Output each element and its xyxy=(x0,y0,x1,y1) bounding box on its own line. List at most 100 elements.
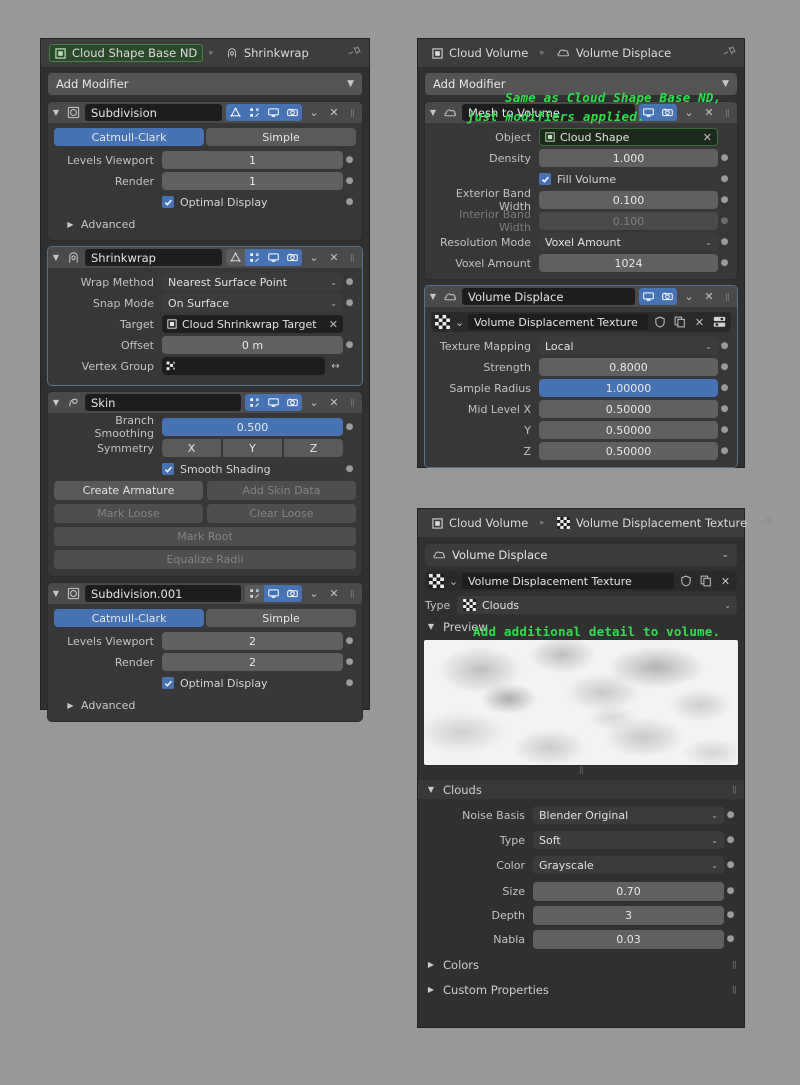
edit-mode-toggle[interactable] xyxy=(245,249,264,266)
texture-context-modifier-select[interactable]: Volume Displace ⌄ xyxy=(425,544,737,566)
on-cage-toggle[interactable] xyxy=(226,249,245,266)
modifier-header[interactable]: ▼ Shrinkwrap ⌄ ✕ ⣿ xyxy=(48,247,362,268)
fill-volume-checkbox[interactable] xyxy=(539,173,551,185)
realtime-display-toggle[interactable] xyxy=(639,104,658,121)
fake-user-shield-icon[interactable] xyxy=(677,573,694,589)
mid-level-z-field[interactable]: 0.50000 xyxy=(539,442,718,460)
voxel-amount-field[interactable]: 1024 xyxy=(539,254,718,272)
animate-dot-icon[interactable]: ● xyxy=(724,860,737,870)
modifier-name-field[interactable]: Volume Displace xyxy=(462,288,635,305)
clear-object-icon[interactable]: ✕ xyxy=(703,131,712,144)
animate-dot-icon[interactable]: ● xyxy=(718,383,731,393)
breadcrumb-object[interactable]: Cloud Volume xyxy=(426,44,534,62)
clouds-type-select[interactable]: Soft ⌄ xyxy=(533,831,724,849)
breadcrumb-current[interactable]: Volume Displace xyxy=(551,44,677,62)
render-camera-toggle[interactable] xyxy=(658,288,677,305)
modifier-header[interactable]: ▼ Subdivision ⌄ ✕ ⣿ xyxy=(48,102,362,123)
clouds-color-select[interactable]: Grayscale ⌄ xyxy=(533,856,724,874)
animate-dot-icon[interactable]: ● xyxy=(343,155,356,165)
branch-smoothing-slider[interactable]: 0.500 xyxy=(162,418,343,436)
symmetry-z[interactable]: Z xyxy=(284,439,343,457)
modifier-header[interactable]: ▼ Volume Displace ⌄ ✕ ⣿ xyxy=(425,286,737,307)
expand-triangle-icon[interactable]: ▼ xyxy=(51,253,61,262)
modifier-header[interactable]: ▼ Skin ⌄ ✕ ⣿ xyxy=(48,392,362,413)
animate-dot-icon[interactable]: ● xyxy=(343,657,356,667)
breadcrumb-current[interactable]: Shrinkwrap xyxy=(220,44,315,62)
exterior-band-width-field[interactable]: 0.100 xyxy=(539,191,718,209)
target-object-field[interactable]: Cloud Shrinkwrap Target ✕ xyxy=(162,315,343,333)
close-icon[interactable]: ✕ xyxy=(701,288,717,305)
mid-level-x-field[interactable]: 0.50000 xyxy=(539,400,718,418)
texture-properties-icon[interactable] xyxy=(711,314,728,330)
close-icon[interactable]: ✕ xyxy=(326,104,342,121)
mark-loose-button[interactable]: Mark Loose xyxy=(54,504,203,523)
unlink-texture-icon[interactable]: ✕ xyxy=(691,314,708,330)
close-icon[interactable]: ✕ xyxy=(701,104,717,121)
animate-dot-icon[interactable]: ● xyxy=(724,835,737,845)
optimal-display-checkbox[interactable] xyxy=(162,677,174,689)
section-grip-icon[interactable]: ⣿ xyxy=(732,986,737,994)
animate-dot-icon[interactable]: ● xyxy=(343,464,356,474)
size-field[interactable]: 0.70 xyxy=(533,881,724,901)
drag-handle-icon[interactable]: ⣿ xyxy=(721,104,733,121)
expand-triangle-icon[interactable]: ▼ xyxy=(428,292,438,301)
animate-dot-icon[interactable]: ● xyxy=(718,362,731,372)
edit-mode-toggle[interactable] xyxy=(245,394,264,411)
drag-handle-icon[interactable]: ⣿ xyxy=(346,585,358,602)
create-armature-button[interactable]: Create Armature xyxy=(54,481,203,500)
texture-checker-icon[interactable] xyxy=(434,315,451,330)
pin-icon[interactable] xyxy=(756,512,775,534)
realtime-display-toggle[interactable] xyxy=(264,249,283,266)
fake-user-shield-icon[interactable] xyxy=(651,314,668,330)
pin-icon[interactable] xyxy=(719,42,738,64)
animate-dot-icon[interactable]: ● xyxy=(343,340,356,350)
animate-dot-icon[interactable]: ● xyxy=(724,886,737,896)
new-texture-copy-icon[interactable] xyxy=(671,314,688,330)
animate-dot-icon[interactable]: ● xyxy=(718,153,731,163)
render-camera-toggle[interactable] xyxy=(658,104,677,121)
extras-chevron-icon[interactable]: ⌄ xyxy=(681,104,697,121)
clear-loose-button[interactable]: Clear Loose xyxy=(207,504,356,523)
source-object-field[interactable]: Cloud Shape ✕ xyxy=(539,128,718,146)
drag-handle-icon[interactable]: ⣿ xyxy=(721,288,733,305)
close-icon[interactable]: ✕ xyxy=(326,394,342,411)
drag-handle-icon[interactable]: ⣿ xyxy=(346,394,358,411)
advanced-subsection[interactable]: ▶ Advanced xyxy=(54,696,356,714)
expand-triangle-icon[interactable]: ▼ xyxy=(51,589,61,598)
edit-mode-toggle[interactable] xyxy=(245,104,264,121)
density-field[interactable]: 1.000 xyxy=(539,149,718,167)
extras-chevron-icon[interactable]: ⌄ xyxy=(681,288,697,305)
realtime-display-toggle[interactable] xyxy=(264,585,283,602)
nabla-field[interactable]: 0.03 xyxy=(533,929,724,949)
expand-triangle-icon[interactable]: ▼ xyxy=(51,398,61,407)
noise-basis-select[interactable]: Blender Original ⌄ xyxy=(533,806,724,824)
add-modifier-dropdown[interactable]: Add Modifier ▼ xyxy=(425,73,737,95)
optimal-display-checkbox[interactable] xyxy=(162,196,174,208)
breadcrumb-object[interactable]: Cloud Volume xyxy=(426,514,534,532)
drag-handle-icon[interactable]: ⣿ xyxy=(346,249,358,266)
snap-mode-select[interactable]: On Surface ⌄ xyxy=(162,294,343,312)
expand-triangle-icon[interactable]: ▼ xyxy=(51,108,61,117)
texture-browse-chevron-icon[interactable]: ⌄ xyxy=(448,573,459,589)
pin-icon[interactable] xyxy=(344,42,363,64)
realtime-display-toggle[interactable] xyxy=(264,104,283,121)
segment-simple[interactable]: Simple xyxy=(206,128,356,146)
animate-dot-icon[interactable]: ● xyxy=(718,195,731,205)
edit-mode-toggle[interactable] xyxy=(245,585,264,602)
close-icon[interactable]: ✕ xyxy=(326,249,342,266)
vertex-group-field[interactable] xyxy=(162,357,325,375)
modifier-name-field[interactable]: Mesh to Volume xyxy=(462,104,635,121)
modifier-name-field[interactable]: Subdivision xyxy=(85,104,222,121)
invert-vertex-group-icon[interactable]: ↔ xyxy=(328,361,343,372)
modifier-header[interactable]: ▼ Mesh to Volume ⌄ ✕ ⣿ xyxy=(425,102,737,123)
smooth-shading-checkbox[interactable] xyxy=(162,463,174,475)
wrap-method-select[interactable]: Nearest Surface Point ⌄ xyxy=(162,273,343,291)
animate-dot-icon[interactable]: ● xyxy=(343,636,356,646)
extras-chevron-icon[interactable]: ⌄ xyxy=(306,394,322,411)
render-camera-toggle[interactable] xyxy=(283,249,302,266)
colors-section-header[interactable]: ▶ Colors ⣿ xyxy=(418,955,744,974)
texture-name-field[interactable]: Volume Displacement Texture xyxy=(468,314,648,330)
segment-catmull-clark[interactable]: Catmull-Clark xyxy=(54,128,204,146)
animate-dot-icon[interactable]: ● xyxy=(718,237,731,247)
animate-dot-icon[interactable]: ● xyxy=(343,422,356,432)
